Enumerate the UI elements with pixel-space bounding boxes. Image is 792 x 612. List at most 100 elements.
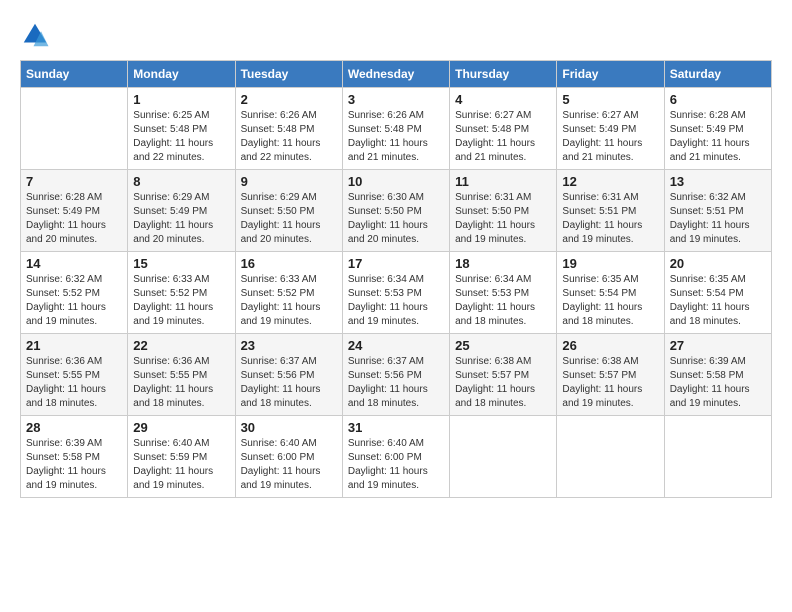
day-detail: Sunrise: 6:29 AMSunset: 5:50 PMDaylight:…: [241, 191, 337, 247]
calendar-header-friday: Friday: [557, 61, 664, 88]
calendar-cell: 29 Sunrise: 6:40 AMSunset: 5:59 PMDayligh…: [128, 416, 235, 498]
calendar-header-wednesday: Wednesday: [342, 61, 449, 88]
calendar-cell: 14 Sunrise: 6:32 AMSunset: 5:52 PMDayligh…: [21, 252, 128, 334]
day-detail: Sunrise: 6:27 AMSunset: 5:48 PMDaylight:…: [455, 109, 551, 165]
day-number: 27: [670, 338, 766, 353]
calendar-cell: 15 Sunrise: 6:33 AMSunset: 5:52 PMDayligh…: [128, 252, 235, 334]
calendar-cell: [21, 88, 128, 170]
day-detail: Sunrise: 6:40 AMSunset: 6:00 PMDaylight:…: [348, 437, 444, 493]
day-detail: Sunrise: 6:36 AMSunset: 5:55 PMDaylight:…: [26, 355, 122, 411]
day-detail: Sunrise: 6:26 AMSunset: 5:48 PMDaylight:…: [241, 109, 337, 165]
calendar-cell: 27Sunrise: 6:39 AMSunset: 5:58 PMDayligh…: [664, 334, 771, 416]
day-number: 16: [241, 256, 337, 271]
day-detail: Sunrise: 6:28 AMSunset: 5:49 PMDaylight:…: [26, 191, 122, 247]
day-detail: Sunrise: 6:36 AMSunset: 5:55 PMDaylight:…: [133, 355, 229, 411]
day-number: 31: [348, 420, 444, 435]
calendar-cell: 19 Sunrise: 6:35 AMSunset: 5:54 PMDayligh…: [557, 252, 664, 334]
day-number: 7: [26, 174, 122, 189]
day-number: 5: [562, 92, 658, 107]
calendar-header-thursday: Thursday: [450, 61, 557, 88]
day-detail: Sunrise: 6:28 AMSunset: 5:49 PMDaylight:…: [670, 109, 766, 165]
day-number: 20: [670, 256, 766, 271]
calendar-cell: 1 Sunrise: 6:25 AMSunset: 5:48 PMDaylight…: [128, 88, 235, 170]
calendar-cell: 6Sunrise: 6:28 AMSunset: 5:49 PMDaylight…: [664, 88, 771, 170]
day-number: 21: [26, 338, 122, 353]
day-detail: Sunrise: 6:37 AMSunset: 5:56 PMDaylight:…: [241, 355, 337, 411]
header: [20, 20, 772, 50]
calendar-cell: 11 Sunrise: 6:31 AMSunset: 5:50 PMDayligh…: [450, 170, 557, 252]
calendar-cell: 3 Sunrise: 6:26 AMSunset: 5:48 PMDaylight…: [342, 88, 449, 170]
day-detail: Sunrise: 6:33 AMSunset: 5:52 PMDaylight:…: [133, 273, 229, 329]
calendar-cell: 26Sunrise: 6:38 AMSunset: 5:57 PMDayligh…: [557, 334, 664, 416]
calendar-cell: 12Sunrise: 6:31 AMSunset: 5:51 PMDayligh…: [557, 170, 664, 252]
day-detail: Sunrise: 6:40 AMSunset: 6:00 PMDaylight:…: [241, 437, 337, 493]
day-number: 19: [562, 256, 658, 271]
day-detail: Sunrise: 6:35 AMSunset: 5:54 PMDaylight:…: [562, 273, 658, 329]
calendar-week-row: 21 Sunrise: 6:36 AMSunset: 5:55 PMDayligh…: [21, 334, 772, 416]
calendar-cell: 18Sunrise: 6:34 AMSunset: 5:53 PMDayligh…: [450, 252, 557, 334]
calendar-cell: [664, 416, 771, 498]
day-number: 3: [348, 92, 444, 107]
day-number: 26: [562, 338, 658, 353]
day-detail: Sunrise: 6:35 AMSunset: 5:54 PMDaylight:…: [670, 273, 766, 329]
day-number: 4: [455, 92, 551, 107]
day-detail: Sunrise: 6:31 AMSunset: 5:51 PMDaylight:…: [562, 191, 658, 247]
day-number: 30: [241, 420, 337, 435]
day-detail: Sunrise: 6:27 AMSunset: 5:49 PMDaylight:…: [562, 109, 658, 165]
calendar-cell: 2 Sunrise: 6:26 AMSunset: 5:48 PMDaylight…: [235, 88, 342, 170]
calendar-cell: 21 Sunrise: 6:36 AMSunset: 5:55 PMDayligh…: [21, 334, 128, 416]
calendar-cell: 7 Sunrise: 6:28 AMSunset: 5:49 PMDaylight…: [21, 170, 128, 252]
logo: [20, 20, 54, 50]
calendar-week-row: 14 Sunrise: 6:32 AMSunset: 5:52 PMDayligh…: [21, 252, 772, 334]
calendar-cell: [557, 416, 664, 498]
calendar-cell: 16 Sunrise: 6:33 AMSunset: 5:52 PMDayligh…: [235, 252, 342, 334]
calendar-week-row: 28 Sunrise: 6:39 AMSunset: 5:58 PMDayligh…: [21, 416, 772, 498]
day-detail: Sunrise: 6:26 AMSunset: 5:48 PMDaylight:…: [348, 109, 444, 165]
calendar-cell: 8Sunrise: 6:29 AMSunset: 5:49 PMDaylight…: [128, 170, 235, 252]
day-number: 25: [455, 338, 551, 353]
day-detail: Sunrise: 6:31 AMSunset: 5:50 PMDaylight:…: [455, 191, 551, 247]
calendar-header-row: SundayMondayTuesdayWednesdayThursdayFrid…: [21, 61, 772, 88]
day-detail: Sunrise: 6:40 AMSunset: 5:59 PMDaylight:…: [133, 437, 229, 493]
calendar-cell: 23 Sunrise: 6:37 AMSunset: 5:56 PMDayligh…: [235, 334, 342, 416]
day-number: 24: [348, 338, 444, 353]
day-detail: Sunrise: 6:34 AMSunset: 5:53 PMDaylight:…: [348, 273, 444, 329]
calendar-cell: 4 Sunrise: 6:27 AMSunset: 5:48 PMDaylight…: [450, 88, 557, 170]
day-detail: Sunrise: 6:39 AMSunset: 5:58 PMDaylight:…: [26, 437, 122, 493]
day-detail: Sunrise: 6:38 AMSunset: 5:57 PMDaylight:…: [455, 355, 551, 411]
calendar-cell: [450, 416, 557, 498]
calendar-body: 1 Sunrise: 6:25 AMSunset: 5:48 PMDaylight…: [21, 88, 772, 498]
day-number: 9: [241, 174, 337, 189]
day-detail: Sunrise: 6:32 AMSunset: 5:51 PMDaylight:…: [670, 191, 766, 247]
calendar-cell: 30 Sunrise: 6:40 AMSunset: 6:00 PMDayligh…: [235, 416, 342, 498]
calendar-cell: 5 Sunrise: 6:27 AMSunset: 5:49 PMDaylight…: [557, 88, 664, 170]
day-number: 23: [241, 338, 337, 353]
day-number: 14: [26, 256, 122, 271]
calendar-cell: 25 Sunrise: 6:38 AMSunset: 5:57 PMDayligh…: [450, 334, 557, 416]
calendar-cell: 10 Sunrise: 6:30 AMSunset: 5:50 PMDayligh…: [342, 170, 449, 252]
day-detail: Sunrise: 6:32 AMSunset: 5:52 PMDaylight:…: [26, 273, 122, 329]
day-detail: Sunrise: 6:25 AMSunset: 5:48 PMDaylight:…: [133, 109, 229, 165]
day-number: 2: [241, 92, 337, 107]
day-number: 22: [133, 338, 229, 353]
day-number: 15: [133, 256, 229, 271]
day-number: 10: [348, 174, 444, 189]
calendar-week-row: 7 Sunrise: 6:28 AMSunset: 5:49 PMDaylight…: [21, 170, 772, 252]
day-detail: Sunrise: 6:30 AMSunset: 5:50 PMDaylight:…: [348, 191, 444, 247]
calendar-header-sunday: Sunday: [21, 61, 128, 88]
day-detail: Sunrise: 6:33 AMSunset: 5:52 PMDaylight:…: [241, 273, 337, 329]
day-number: 29: [133, 420, 229, 435]
calendar-cell: 22 Sunrise: 6:36 AMSunset: 5:55 PMDayligh…: [128, 334, 235, 416]
day-number: 1: [133, 92, 229, 107]
calendar-header-tuesday: Tuesday: [235, 61, 342, 88]
calendar-cell: 17Sunrise: 6:34 AMSunset: 5:53 PMDayligh…: [342, 252, 449, 334]
calendar-header-saturday: Saturday: [664, 61, 771, 88]
day-detail: Sunrise: 6:34 AMSunset: 5:53 PMDaylight:…: [455, 273, 551, 329]
calendar-cell: 31 Sunrise: 6:40 AMSunset: 6:00 PMDayligh…: [342, 416, 449, 498]
calendar-cell: 13Sunrise: 6:32 AMSunset: 5:51 PMDayligh…: [664, 170, 771, 252]
day-number: 28: [26, 420, 122, 435]
calendar-table: SundayMondayTuesdayWednesdayThursdayFrid…: [20, 60, 772, 498]
day-detail: Sunrise: 6:37 AMSunset: 5:56 PMDaylight:…: [348, 355, 444, 411]
day-detail: Sunrise: 6:29 AMSunset: 5:49 PMDaylight:…: [133, 191, 229, 247]
day-number: 11: [455, 174, 551, 189]
